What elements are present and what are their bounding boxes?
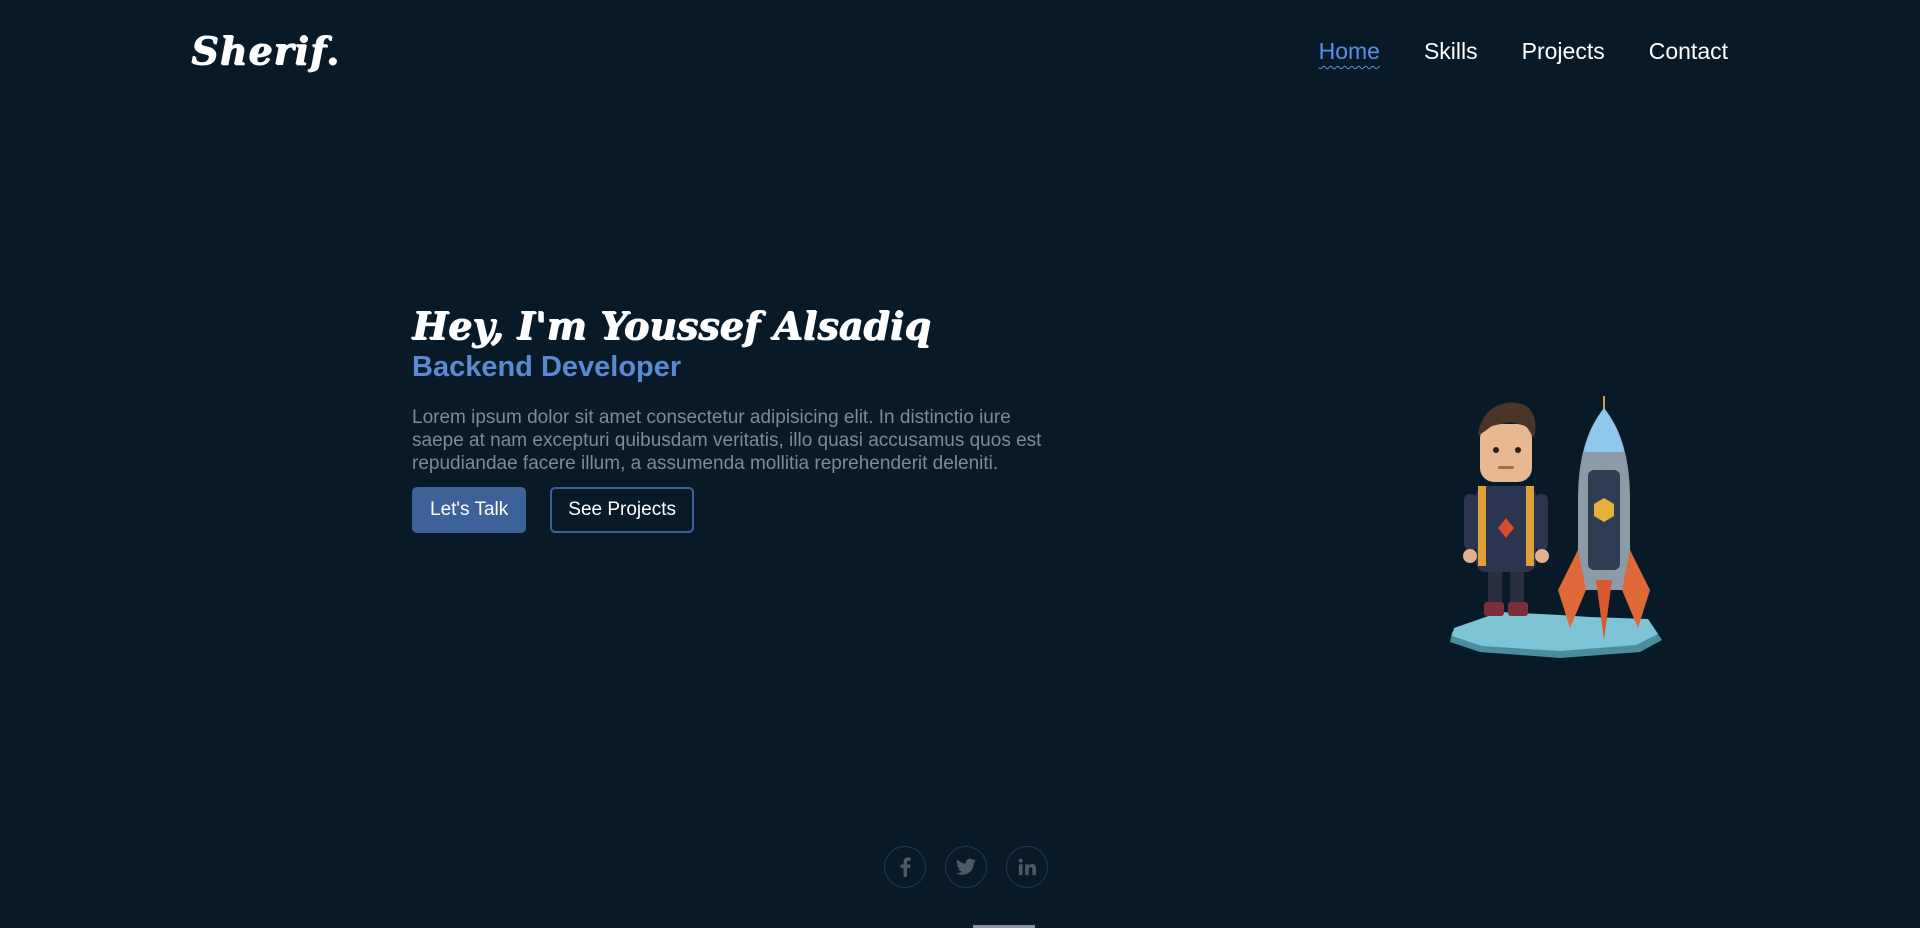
linkedin-button[interactable] — [1006, 846, 1048, 888]
rocket-shape — [1558, 396, 1650, 640]
facebook-button[interactable] — [884, 846, 926, 888]
lets-talk-button[interactable]: Let's Talk — [412, 487, 527, 533]
twitter-icon — [956, 858, 976, 875]
hero-illustration — [1450, 396, 1662, 658]
site-logo[interactable]: Sherif. — [191, 28, 340, 73]
hero-buttons: Let's Talk See Projects — [412, 487, 1052, 533]
facebook-icon — [900, 857, 911, 877]
nav-projects[interactable]: Projects — [1522, 38, 1605, 65]
platform-shape — [1450, 612, 1662, 658]
hero-description: Lorem ipsum dolor sit amet consectetur a… — [412, 407, 1042, 474]
main-nav: Home Skills Projects Contact — [1319, 38, 1728, 65]
page: Sherif. Home Skills Projects Contact Hey… — [0, 0, 1920, 928]
social-links — [884, 846, 1048, 888]
hero-title: Hey, I'm Youssef Alsadiq — [412, 303, 931, 348]
nav-skills[interactable]: Skills — [1424, 38, 1478, 65]
nav-contact[interactable]: Contact — [1649, 38, 1728, 65]
twitter-button[interactable] — [945, 846, 987, 888]
character-shape — [1463, 402, 1549, 616]
nav-home[interactable]: Home — [1319, 38, 1380, 65]
hero-section: Hey, I'm Youssef Alsadiq Backend Develop… — [412, 298, 1052, 533]
see-projects-button[interactable]: See Projects — [550, 487, 694, 533]
linkedin-icon — [1018, 858, 1036, 876]
